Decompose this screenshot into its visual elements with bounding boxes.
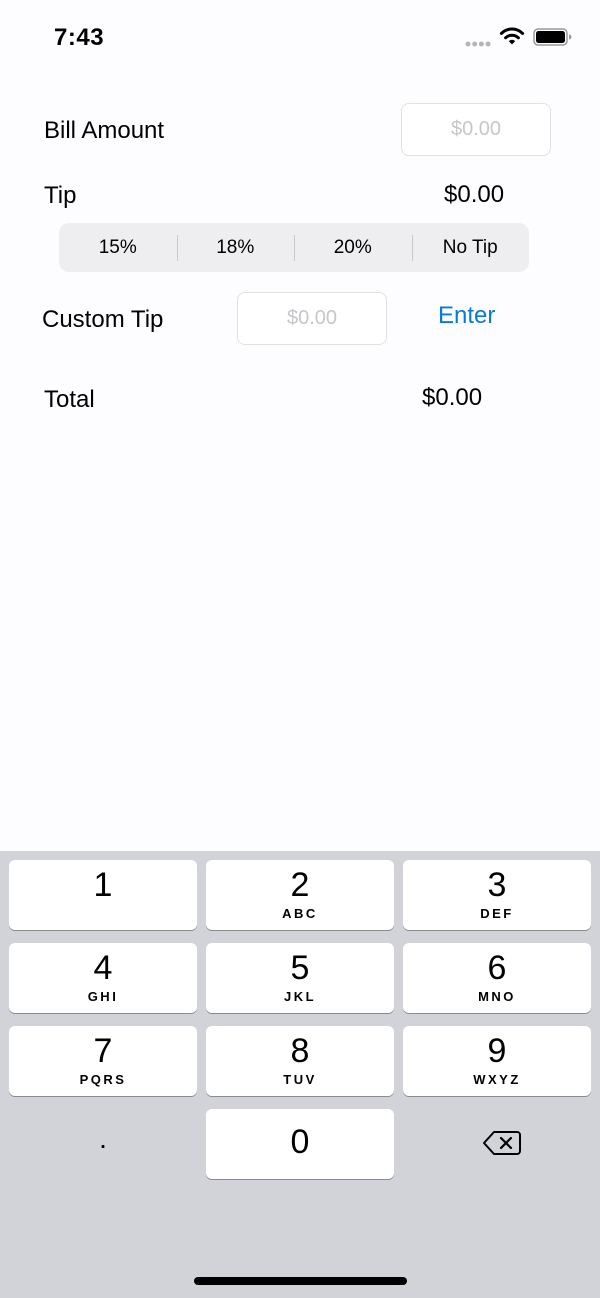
- custom-tip-input[interactable]: [237, 292, 387, 345]
- key-4[interactable]: 4 GHI: [9, 943, 197, 1013]
- key-9[interactable]: 9 WXYZ: [403, 1026, 591, 1096]
- tip-option-15[interactable]: 15%: [59, 223, 177, 272]
- key-5[interactable]: 5 JKL: [206, 943, 394, 1013]
- key-letters: JKL: [283, 989, 317, 1004]
- battery-icon: [533, 28, 572, 46]
- key-1[interactable]: 1: [9, 860, 197, 930]
- key-letters: GHI: [87, 989, 119, 1004]
- key-digit: 1: [93, 866, 113, 904]
- key-digit: 3: [487, 866, 507, 904]
- bill-amount-label: Bill Amount: [44, 117, 165, 144]
- backspace-icon: [483, 1131, 521, 1155]
- key-digit: 7: [93, 1032, 113, 1070]
- cellular-signal-icon: [465, 41, 491, 47]
- key-decimal[interactable]: .: [9, 1109, 197, 1179]
- tip-option-none[interactable]: No Tip: [411, 223, 530, 272]
- key-letters: DEF: [480, 906, 514, 921]
- key-digit: 8: [290, 1032, 310, 1070]
- key-6[interactable]: 6 MNO: [403, 943, 591, 1013]
- key-8[interactable]: 8 TUV: [206, 1026, 394, 1096]
- custom-tip-label: Custom Tip: [42, 306, 164, 333]
- key-digit: 5: [290, 949, 310, 987]
- key-digit: 9: [487, 1032, 507, 1070]
- key-digit: 6: [487, 949, 507, 987]
- numeric-keypad: 1 2 ABC 3 DEF 4 GHI 5 JKL 6 MNO 7 PQRS 8…: [0, 851, 600, 1298]
- key-digit: 0: [290, 1123, 310, 1161]
- key-0[interactable]: 0: [206, 1109, 394, 1179]
- tip-label: Tip: [44, 182, 77, 209]
- home-indicator: [194, 1277, 407, 1285]
- key-backspace[interactable]: [403, 1109, 591, 1179]
- total-label: Total: [44, 386, 95, 413]
- tip-option-18[interactable]: 18%: [176, 223, 295, 272]
- decimal-label: .: [99, 1123, 107, 1154]
- key-letters: TUV: [283, 1072, 317, 1087]
- key-digit: 2: [290, 866, 310, 904]
- key-letters: WXYZ: [473, 1072, 521, 1087]
- key-letters: MNO: [478, 989, 516, 1004]
- total-value: $0.00: [422, 384, 483, 411]
- key-letters: ABC: [282, 906, 318, 921]
- enter-button[interactable]: Enter: [438, 301, 495, 331]
- key-digit: 4: [93, 949, 113, 987]
- tip-percentage-segmented-control: 15% 18% 20% No Tip: [59, 223, 529, 272]
- tip-value: $0.00: [444, 181, 505, 208]
- key-3[interactable]: 3 DEF: [403, 860, 591, 930]
- tip-option-20[interactable]: 20%: [294, 223, 412, 272]
- status-time: 7:43: [54, 24, 105, 51]
- key-2[interactable]: 2 ABC: [206, 860, 394, 930]
- bill-amount-input[interactable]: [401, 103, 551, 156]
- status-bar: 7:43: [0, 0, 600, 78]
- wifi-icon: [499, 27, 525, 45]
- key-7[interactable]: 7 PQRS: [9, 1026, 197, 1096]
- key-letters: PQRS: [79, 1072, 127, 1087]
